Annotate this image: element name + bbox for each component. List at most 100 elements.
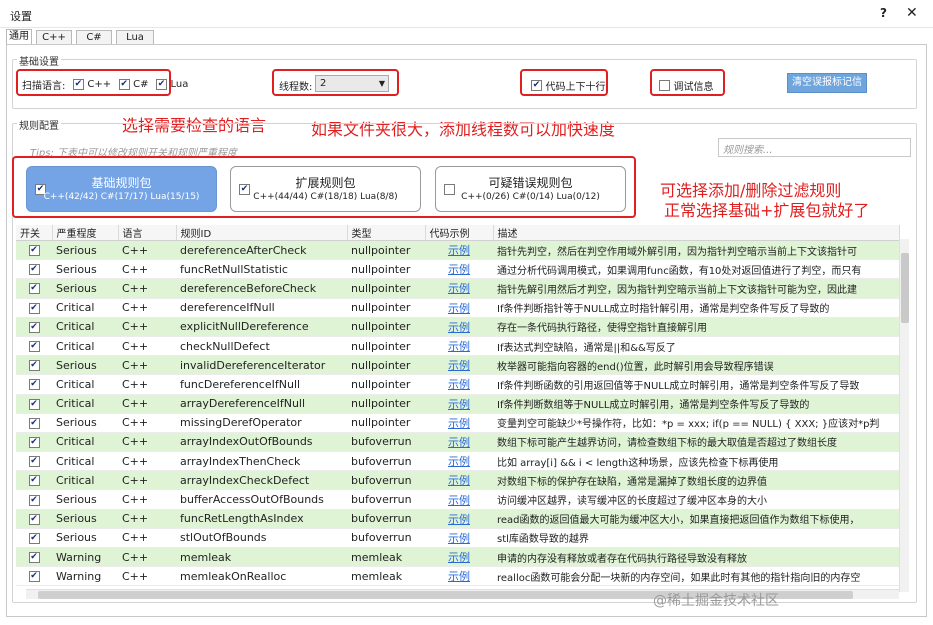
- row-checkbox[interactable]: ✔: [28, 245, 40, 257]
- row-checkbox[interactable]: ✔: [28, 417, 40, 429]
- row-severity[interactable]: Critical: [52, 298, 118, 318]
- help-button[interactable]: ?: [880, 6, 887, 20]
- row-severity[interactable]: Critical: [52, 470, 118, 491]
- table-row[interactable]: ✔ Serious C++ bufferAccessOutOfBounds bufove…: [16, 489, 899, 510]
- row-enable-checkbox[interactable]: ✔: [16, 432, 52, 453]
- row-example-link[interactable]: 示例: [425, 509, 493, 529]
- row-checkbox[interactable]: ✔: [28, 379, 40, 391]
- row-example-link[interactable]: 示例: [425, 547, 493, 568]
- row-checkbox[interactable]: ✔: [28, 360, 40, 372]
- row-severity[interactable]: Serious: [52, 278, 118, 299]
- table-row[interactable]: ✔ Serious C++ invalidDereferenceIterator nul…: [16, 355, 899, 376]
- row-enable-checkbox[interactable]: ✔: [16, 451, 52, 472]
- table-row[interactable]: ✔ Serious C++ dereferenceAfterCheck nullpoin…: [16, 240, 899, 261]
- table-row[interactable]: ✔ Critical C++ arrayIndexCheckDefect bufover…: [16, 470, 899, 491]
- rule-search-input[interactable]: 规则搜索...: [718, 138, 911, 157]
- row-example-link[interactable]: 示例: [425, 317, 493, 337]
- table-row[interactable]: ✔ Warning C++ memleakOnRealloc memleak 示例 real…: [16, 566, 899, 587]
- row-enable-checkbox[interactable]: ✔: [16, 355, 52, 376]
- table-row[interactable]: ✔ Warning C++ memleak memleak 示例 申请的内存没有释放或者存在…: [16, 547, 899, 568]
- row-checkbox[interactable]: ✔: [28, 264, 40, 276]
- row-severity[interactable]: Serious: [52, 355, 118, 376]
- row-enable-checkbox[interactable]: ✔: [16, 394, 52, 414]
- col-header-example[interactable]: 代码示例: [425, 225, 494, 241]
- table-row[interactable]: ✔ Critical C++ arrayIndexThenCheck bufoverru…: [16, 451, 899, 472]
- table-row[interactable]: ✔ Serious C++ dereferenceBeforeCheck nullpoi…: [16, 278, 899, 299]
- row-checkbox[interactable]: ✔: [28, 513, 40, 525]
- row-severity[interactable]: Critical: [52, 317, 118, 337]
- table-row[interactable]: ✔ Critical C++ checkNullDefect nullpointer 示例…: [16, 336, 899, 357]
- col-header-language[interactable]: 语言: [118, 225, 177, 241]
- row-checkbox[interactable]: ✔: [28, 571, 40, 583]
- row-severity[interactable]: Serious: [52, 528, 118, 549]
- row-enable-checkbox[interactable]: ✔: [16, 240, 52, 261]
- row-example-link[interactable]: 示例: [425, 240, 493, 261]
- row-enable-checkbox[interactable]: ✔: [16, 413, 52, 433]
- row-example-link[interactable]: 示例: [425, 528, 493, 549]
- table-row[interactable]: ✔ Serious C++ stlOutOfBounds bufoverrun 示例 stl…: [16, 528, 899, 549]
- row-example-link[interactable]: 示例: [425, 451, 493, 472]
- row-example-link[interactable]: 示例: [425, 413, 493, 433]
- row-example-link[interactable]: 示例: [425, 489, 493, 510]
- row-checkbox[interactable]: ✔: [28, 532, 40, 544]
- table-row[interactable]: ✔ Critical C++ arrayIndexOutOfBounds bufover…: [16, 432, 899, 453]
- vertical-scrollbar[interactable]: [899, 239, 909, 592]
- row-enable-checkbox[interactable]: ✔: [16, 298, 52, 318]
- row-checkbox[interactable]: ✔: [28, 302, 40, 314]
- col-header-severity[interactable]: 严重程度: [52, 225, 119, 241]
- row-checkbox[interactable]: ✔: [28, 321, 40, 333]
- row-enable-checkbox[interactable]: ✔: [16, 528, 52, 549]
- row-enable-checkbox[interactable]: ✔: [16, 336, 52, 357]
- col-header-type[interactable]: 类型: [347, 225, 426, 241]
- row-severity[interactable]: Critical: [52, 336, 118, 357]
- row-severity[interactable]: Critical: [52, 432, 118, 453]
- col-header-description[interactable]: 描述: [493, 225, 900, 241]
- row-enable-checkbox[interactable]: ✔: [16, 278, 52, 299]
- row-severity[interactable]: Critical: [52, 374, 118, 395]
- row-severity[interactable]: Serious: [52, 259, 118, 280]
- row-example-link[interactable]: 示例: [425, 336, 493, 357]
- row-enable-checkbox[interactable]: ✔: [16, 470, 52, 491]
- row-example-link[interactable]: 示例: [425, 298, 493, 318]
- row-checkbox[interactable]: ✔: [28, 283, 40, 295]
- row-example-link[interactable]: 示例: [425, 394, 493, 414]
- tab-cpp[interactable]: C++: [36, 30, 72, 45]
- row-severity[interactable]: Warning: [52, 547, 118, 568]
- table-row[interactable]: ✔ Critical C++ dereferenceIfNull nullpointer…: [16, 298, 899, 318]
- row-example-link[interactable]: 示例: [425, 566, 493, 587]
- row-checkbox[interactable]: ✔: [28, 436, 40, 448]
- row-enable-checkbox[interactable]: ✔: [16, 259, 52, 280]
- row-example-link[interactable]: 示例: [425, 278, 493, 299]
- table-row[interactable]: ✔ Critical C++ explicitNullDereference nullp…: [16, 317, 899, 337]
- table-row[interactable]: ✔ Serious C++ missingDerefOperator nullpoint…: [16, 413, 899, 433]
- row-enable-checkbox[interactable]: ✔: [16, 547, 52, 568]
- clear-false-positive-button[interactable]: 清空误报标记信息: [787, 73, 867, 106]
- row-severity[interactable]: Serious: [52, 509, 118, 529]
- vertical-scroll-thumb[interactable]: [901, 253, 909, 323]
- row-severity[interactable]: Serious: [52, 240, 118, 261]
- row-checkbox[interactable]: ✔: [28, 475, 40, 487]
- row-checkbox[interactable]: ✔: [28, 398, 40, 410]
- row-checkbox[interactable]: ✔: [28, 552, 40, 564]
- close-icon[interactable]: ✕: [906, 5, 918, 21]
- row-example-link[interactable]: 示例: [425, 432, 493, 453]
- row-enable-checkbox[interactable]: ✔: [16, 509, 52, 529]
- row-enable-checkbox[interactable]: ✔: [16, 489, 52, 510]
- tab-csharp[interactable]: C#: [76, 30, 112, 45]
- table-row[interactable]: ✔ Critical C++ funcDereferenceIfNull nullpoi…: [16, 374, 899, 395]
- row-enable-checkbox[interactable]: ✔: [16, 374, 52, 395]
- row-example-link[interactable]: 示例: [425, 259, 493, 280]
- row-severity[interactable]: Critical: [52, 394, 118, 414]
- col-header-rule-id[interactable]: 规则ID: [176, 225, 348, 241]
- row-checkbox[interactable]: ✔: [28, 341, 40, 353]
- row-severity[interactable]: Serious: [52, 489, 118, 510]
- row-checkbox[interactable]: ✔: [28, 494, 40, 506]
- row-enable-checkbox[interactable]: ✔: [16, 317, 52, 337]
- table-row[interactable]: ✔ Serious C++ funcRetNullStatistic nullpoint…: [16, 259, 899, 280]
- row-example-link[interactable]: 示例: [425, 470, 493, 491]
- col-header-switch[interactable]: 开关: [16, 225, 53, 241]
- row-checkbox[interactable]: ✔: [28, 456, 40, 468]
- table-row[interactable]: ✔ Serious C++ funcRetLengthAsIndex bufoverru…: [16, 509, 899, 529]
- row-example-link[interactable]: 示例: [425, 374, 493, 395]
- tab-lua[interactable]: Lua: [116, 30, 154, 45]
